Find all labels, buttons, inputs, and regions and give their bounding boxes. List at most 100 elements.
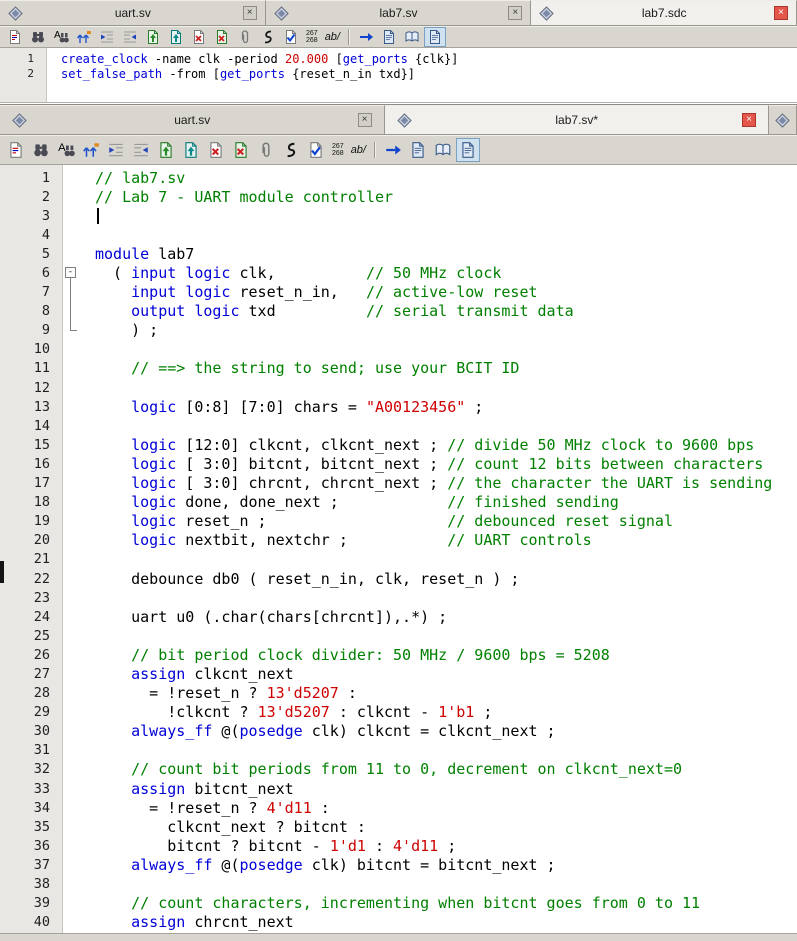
word-wrap-badge[interactable]: ab/	[348, 144, 369, 156]
edit-document-icon[interactable]	[4, 138, 28, 162]
code-text[interactable]: input logic reset_n_in, // active-low re…	[95, 283, 537, 301]
code-text[interactable]: logic nextbit, nextchr ; // UART control…	[95, 531, 592, 549]
indent-icon[interactable]	[96, 27, 118, 47]
text-cursor	[97, 207, 99, 224]
line-number: 12	[33, 379, 50, 396]
indent-icon[interactable]	[104, 138, 128, 162]
tab-close-button[interactable]: ×	[357, 113, 372, 127]
template-page-icon[interactable]	[406, 138, 430, 162]
tab-uart-sv[interactable]: uart.sv ×	[0, 0, 266, 25]
tab-close-button[interactable]: ×	[242, 6, 257, 20]
line-count-badge[interactable]: 267 268	[329, 143, 347, 158]
outdent-icon[interactable]	[119, 27, 141, 47]
code-text[interactable]: logic done, done_next ; // finished send…	[95, 493, 619, 511]
syntax-check-icon[interactable]	[280, 27, 302, 47]
find-replace-icon[interactable]	[54, 138, 78, 162]
line-number: 37	[33, 856, 50, 873]
code-text[interactable]: output logic txd // serial transmit data	[95, 302, 574, 320]
code-text[interactable]: clkcnt_next ? bitcnt :	[95, 818, 366, 836]
macro-icon[interactable]	[257, 27, 279, 47]
code-text[interactable]: logic [0:8] [7:0] chars = "A00123456" ;	[95, 398, 483, 416]
code-text[interactable]: = !reset_n ? 13'd5207 :	[95, 684, 357, 702]
code-text[interactable]: = !reset_n ? 4'd11 :	[95, 799, 330, 817]
find-icon[interactable]	[27, 27, 49, 47]
find-replace-icon[interactable]	[50, 27, 72, 47]
word-wrap-badge[interactable]: ab/	[322, 31, 343, 43]
remove-page-icon[interactable]	[211, 27, 233, 47]
code-text[interactable]: !clkcnt ? 13'd5207 : clkcnt - 1'b1 ;	[95, 703, 492, 721]
tab-partial[interactable]	[769, 105, 797, 134]
code-text[interactable]: assign chrcnt_next	[95, 913, 294, 931]
edit-document-icon[interactable]	[4, 27, 26, 47]
code-text[interactable]: // bit period clock divider: 50 MHz / 96…	[95, 646, 610, 664]
open-book-icon[interactable]	[401, 27, 423, 47]
code-text[interactable]: // lab7.sv	[95, 169, 185, 187]
code-text[interactable]: create_clock -name clk -period 20.000 [g…	[61, 52, 458, 66]
code-text[interactable]: ( input logic clk, // 50 MHz clock	[95, 264, 501, 282]
tab-lab7-sdc[interactable]: lab7.sdc ×	[531, 0, 797, 25]
insert-page-icon[interactable]	[142, 27, 164, 47]
find-icon[interactable]	[29, 138, 53, 162]
code-text[interactable]	[95, 207, 99, 225]
remove-page-icon[interactable]	[229, 138, 253, 162]
code-text[interactable]: logic [ 3:0] bitcnt, bitcnt_next ; // co…	[95, 455, 763, 473]
goto-bookmark-icon[interactable]	[79, 138, 103, 162]
open-book-icon[interactable]	[431, 138, 455, 162]
line-number: 23	[33, 589, 50, 606]
fold-column	[62, 493, 95, 512]
next-bookmark-icon[interactable]	[381, 138, 405, 162]
code-text[interactable]: assign clkcnt_next	[95, 665, 294, 683]
tab-uart-sv[interactable]: uart.sv ×	[0, 105, 385, 134]
code-token: {reset_n_in txd}]	[284, 66, 416, 81]
notes-page-icon[interactable]	[423, 27, 446, 47]
tab-close-button[interactable]: ×	[774, 6, 789, 20]
code-text[interactable]: logic reset_n ; // debounced reset signa…	[95, 512, 673, 530]
goto-bookmark-icon[interactable]	[73, 27, 95, 47]
macro-icon[interactable]	[279, 138, 303, 162]
attachment-icon[interactable]	[254, 138, 278, 162]
code-text[interactable]: debounce db0 ( reset_n_in, clk, reset_n …	[95, 570, 519, 588]
tab-close-button[interactable]: ×	[742, 113, 756, 127]
code-line: 30 always_ff @(posedge clk) clkcnt = clk…	[0, 722, 797, 741]
outdent-icon[interactable]	[129, 138, 153, 162]
export-page-icon[interactable]	[165, 27, 187, 47]
code-text[interactable]: bitcnt ? bitcnt - 1'd1 : 4'd11 ;	[95, 837, 456, 855]
code-text[interactable]: always_ff @(posedge clk) clkcnt = clkcnt…	[95, 722, 555, 740]
code-text[interactable]: // Lab 7 - UART module controller	[95, 188, 393, 206]
code-text[interactable]: uart u0 (.char(chars[chrcnt]),.*) ;	[95, 608, 447, 626]
horizontal-scrollbar[interactable]	[0, 933, 797, 941]
delete-page-icon[interactable]	[204, 138, 228, 162]
syntax-check-icon[interactable]	[304, 138, 328, 162]
code-text[interactable]: // count bit periods from 11 to 0, decre…	[95, 760, 682, 778]
line-count-badge[interactable]: 267 268	[303, 30, 321, 45]
code-text[interactable]: module lab7	[95, 245, 194, 263]
attachment-icon[interactable]	[234, 27, 256, 47]
code-text[interactable]: ) ;	[95, 321, 158, 339]
template-page-icon[interactable]	[378, 27, 400, 47]
tab-lab7-sv[interactable]: lab7.sv ×	[265, 0, 532, 25]
export-page-icon[interactable]	[179, 138, 203, 162]
comment-token: // serial transmit data	[365, 302, 574, 321]
next-bookmark-icon[interactable]	[355, 27, 377, 47]
notes-page-icon[interactable]	[455, 138, 480, 162]
code-text[interactable]: assign bitcnt_next	[95, 780, 294, 798]
code-text[interactable]: always_ff @(posedge clk) bitcnt = bitcnt…	[95, 856, 555, 874]
keyword-token: logic	[131, 474, 177, 493]
delete-page-icon[interactable]	[188, 27, 210, 47]
code-text[interactable]: // count characters, incrementing when b…	[95, 894, 700, 912]
code-editor-sdc[interactable]: 1 create_clock -name clk -period 20.000 […	[0, 48, 797, 102]
sv-editor-window: uart.sv × lab7.sv* × 267 268 ab/ 1// lab7.sv 2…	[0, 104, 797, 941]
code-text[interactable]: logic [12:0] clkcnt, clkcnt_next ; // di…	[95, 436, 754, 454]
insert-page-icon[interactable]	[154, 138, 178, 162]
collapse-minus-icon[interactable]: -	[65, 267, 76, 279]
code-text[interactable]: set_false_path -from [get_ports {reset_n…	[61, 67, 415, 81]
code-text[interactable]: // ==> the string to send; use your BCIT…	[95, 359, 519, 377]
line-number: 18	[33, 494, 50, 511]
code-editor-sv[interactable]: 1 // lab7.sv 2 // Lab 7 - UART module contr…	[0, 165, 797, 934]
code-text[interactable]: logic [ 3:0] chrcnt, chrcnt_next ; // th…	[95, 474, 772, 492]
fold-toggle-icon[interactable]: -	[62, 263, 95, 284]
tab-lab7-sv[interactable]: lab7.sv* ×	[384, 105, 769, 134]
tab-close-button[interactable]: ×	[508, 6, 523, 20]
line-number: 7	[41, 284, 50, 301]
